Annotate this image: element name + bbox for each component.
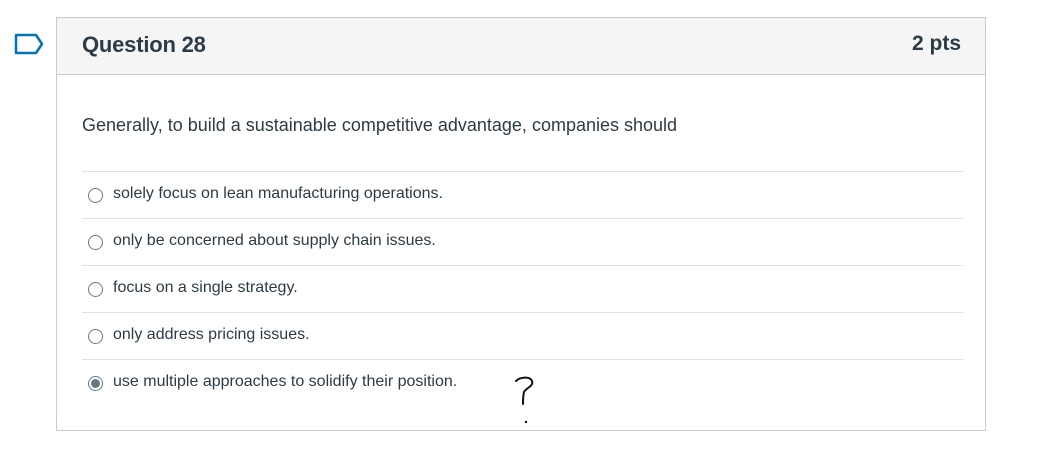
question-points: 2 pts — [911, 32, 961, 55]
question-header: Question 28 2 pts — [57, 18, 985, 75]
radio-button[interactable] — [88, 235, 103, 250]
question-title: Question 28 — [82, 32, 206, 57]
answer-label[interactable]: solely focus on lean manufacturing opera… — [113, 185, 443, 203]
answer-label[interactable]: focus on a single strategy. — [113, 279, 298, 297]
radio-button[interactable] — [88, 282, 103, 297]
answer-list: solely focus on lean manufacturing opera… — [82, 171, 963, 406]
answer-option[interactable]: only be concerned about supply chain iss… — [82, 218, 963, 265]
answer-option[interactable]: solely focus on lean manufacturing opera… — [82, 171, 963, 218]
answer-label[interactable]: use multiple approaches to solidify thei… — [113, 373, 457, 391]
radio-button[interactable] — [88, 376, 103, 391]
handwritten-question-mark-icon — [515, 376, 534, 424]
answer-option[interactable]: focus on a single strategy. — [82, 265, 963, 312]
question-text: Generally, to build a sustainable compet… — [82, 115, 678, 135]
answer-label[interactable]: only address pricing issues. — [113, 326, 310, 344]
question-card: Question 28 2 pts Generally, to build a … — [56, 17, 986, 431]
answer-option[interactable]: only address pricing issues. — [82, 312, 963, 359]
answer-label[interactable]: only be concerned about supply chain iss… — [113, 232, 436, 250]
flag-question-icon[interactable] — [14, 33, 44, 55]
radio-button[interactable] — [88, 329, 103, 344]
radio-button[interactable] — [88, 188, 103, 203]
quiz-page: Question 28 2 pts Generally, to build a … — [0, 0, 1038, 465]
